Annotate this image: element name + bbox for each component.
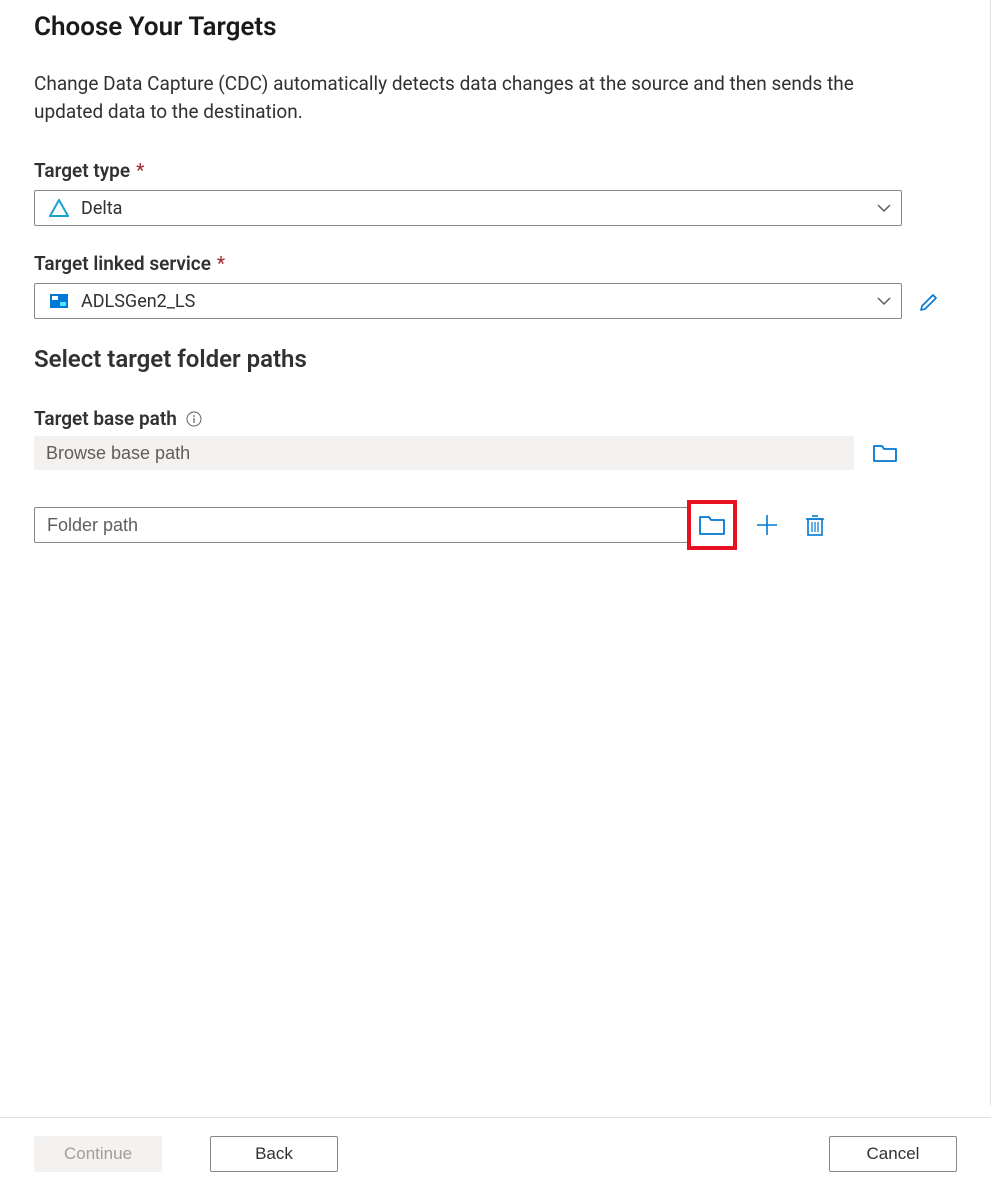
target-base-path-input[interactable] [34, 436, 854, 470]
chevron-down-icon [877, 201, 891, 215]
section-title: Select target folder paths [34, 345, 956, 373]
chevron-down-icon [877, 294, 891, 308]
highlighted-browse-wrapper [687, 500, 737, 550]
target-linked-service-label: Target linked service * [34, 252, 956, 275]
target-type-label: Target type * [34, 159, 956, 182]
target-type-value: Delta [81, 198, 877, 219]
page-description: Change Data Capture (CDC) automatically … [34, 70, 914, 125]
target-base-path-field: Target base path [34, 407, 956, 470]
info-icon[interactable] [185, 410, 203, 428]
target-base-path-label: Target base path [34, 407, 956, 430]
continue-button: Continue [34, 1136, 162, 1172]
linked-service-icon [49, 291, 69, 311]
footer-bar: Continue Back Cancel [0, 1117, 991, 1190]
cancel-button[interactable]: Cancel [829, 1136, 957, 1172]
folder-path-input[interactable] [34, 507, 688, 543]
back-button[interactable]: Back [210, 1136, 338, 1172]
edit-linked-service-button[interactable] [916, 287, 944, 315]
target-linked-service-select[interactable]: ADLSGen2_LS [34, 283, 902, 319]
folder-path-row [34, 500, 956, 550]
target-type-select[interactable]: Delta [34, 190, 902, 226]
target-base-path-label-text: Target base path [34, 407, 177, 430]
delta-icon [49, 198, 69, 218]
target-type-label-text: Target type [34, 159, 130, 182]
required-indicator: * [217, 252, 225, 275]
target-linked-service-label-text: Target linked service [34, 252, 211, 275]
target-type-field: Target type * Delta [34, 159, 956, 226]
target-linked-service-field: Target linked service * ADLSGen2_LS [34, 252, 956, 319]
browse-base-path-button[interactable] [872, 440, 898, 466]
add-folder-path-button[interactable] [754, 512, 780, 538]
targets-panel: Choose Your Targets Change Data Capture … [0, 0, 991, 1105]
target-linked-service-value: ADLSGen2_LS [81, 291, 877, 312]
required-indicator: * [136, 159, 144, 182]
delete-folder-path-button[interactable] [802, 512, 828, 538]
browse-folder-path-button[interactable] [699, 512, 725, 538]
page-title: Choose Your Targets [34, 12, 956, 42]
